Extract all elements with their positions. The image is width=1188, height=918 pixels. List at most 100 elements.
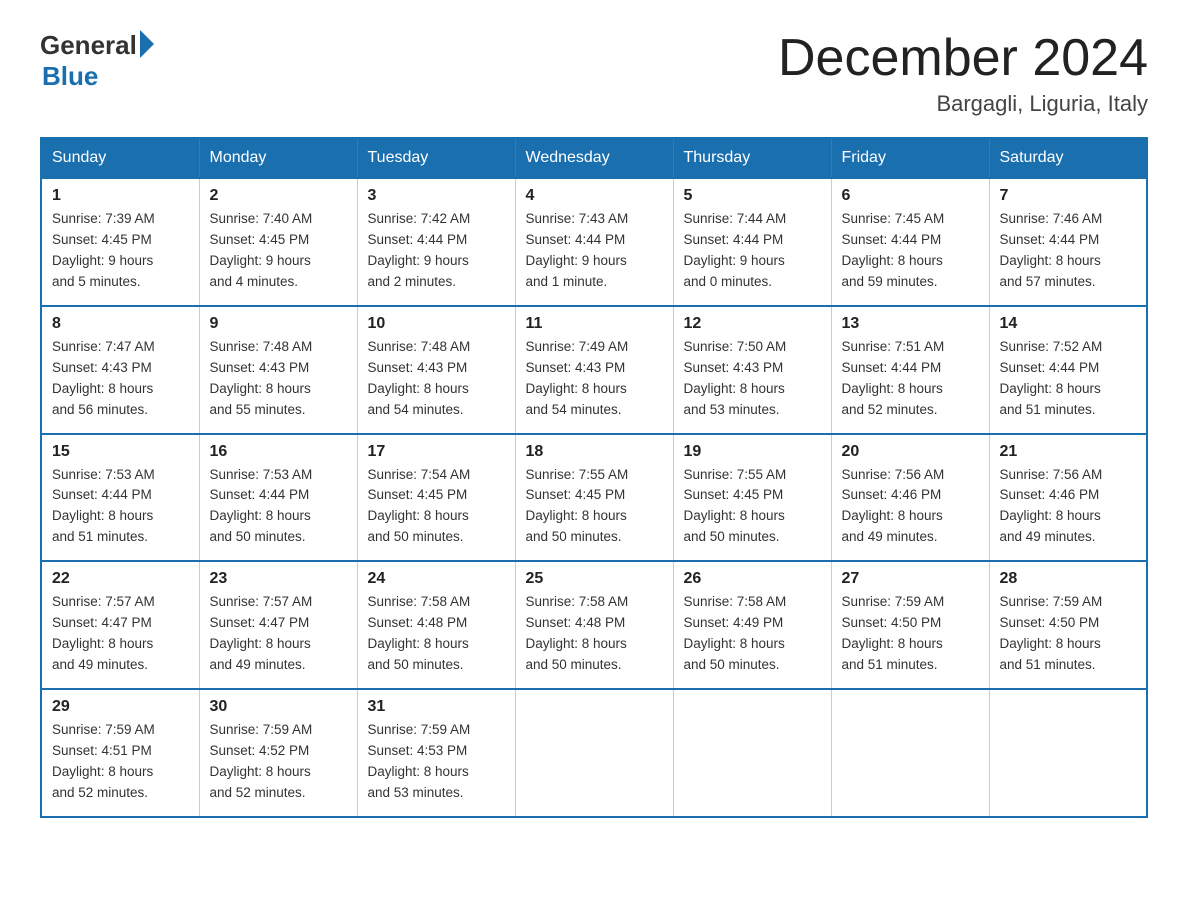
calendar-cell: 13 Sunrise: 7:51 AMSunset: 4:44 PMDayligh… [831, 306, 989, 434]
calendar-cell: 19 Sunrise: 7:55 AMSunset: 4:45 PMDayligh… [673, 434, 831, 562]
calendar-week-row: 1Sunrise: 7:39 AMSunset: 4:45 PMDaylight… [41, 178, 1147, 306]
day-number: 5 [684, 187, 821, 205]
logo: General Blue [40, 30, 154, 92]
day-number: 26 [684, 570, 821, 588]
day-info: Sunrise: 7:56 AMSunset: 4:46 PMDaylight:… [1000, 465, 1137, 549]
day-info: Sunrise: 7:39 AMSunset: 4:45 PMDaylight:… [52, 209, 189, 293]
day-info: Sunrise: 7:42 AMSunset: 4:44 PMDaylight:… [368, 209, 505, 293]
day-number: 3 [368, 187, 505, 205]
day-info: Sunrise: 7:57 AMSunset: 4:47 PMDaylight:… [52, 592, 189, 676]
day-info: Sunrise: 7:48 AMSunset: 4:43 PMDaylight:… [368, 337, 505, 421]
calendar-cell: 8Sunrise: 7:47 AMSunset: 4:43 PMDaylight… [41, 306, 199, 434]
calendar-cell: 6 Sunrise: 7:45 AMSunset: 4:44 PMDaylight… [831, 178, 989, 306]
day-number: 28 [1000, 570, 1137, 588]
day-info: Sunrise: 7:48 AMSunset: 4:43 PMDaylight:… [210, 337, 347, 421]
day-number: 11 [526, 315, 663, 333]
day-info: Sunrise: 7:43 AMSunset: 4:44 PMDaylight:… [526, 209, 663, 293]
day-number: 31 [368, 698, 505, 716]
logo-general-text: General [40, 30, 137, 61]
day-info: Sunrise: 7:58 AMSunset: 4:48 PMDaylight:… [368, 592, 505, 676]
calendar-cell: 12 Sunrise: 7:50 AMSunset: 4:43 PMDayligh… [673, 306, 831, 434]
calendar-cell: 28 Sunrise: 7:59 AMSunset: 4:50 PMDayligh… [989, 561, 1147, 689]
day-number: 12 [684, 315, 821, 333]
day-info: Sunrise: 7:46 AMSunset: 4:44 PMDaylight:… [1000, 209, 1137, 293]
calendar-cell [989, 689, 1147, 817]
header-wednesday: Wednesday [515, 138, 673, 178]
day-number: 9 [210, 315, 347, 333]
day-number: 7 [1000, 187, 1137, 205]
day-info: Sunrise: 7:59 AMSunset: 4:50 PMDaylight:… [842, 592, 979, 676]
header-monday: Monday [199, 138, 357, 178]
calendar-cell: 27 Sunrise: 7:59 AMSunset: 4:50 PMDayligh… [831, 561, 989, 689]
day-number: 14 [1000, 315, 1137, 333]
logo-triangle-icon [140, 30, 154, 58]
day-info: Sunrise: 7:53 AMSunset: 4:44 PMDaylight:… [210, 465, 347, 549]
day-info: Sunrise: 7:59 AMSunset: 4:52 PMDaylight:… [210, 720, 347, 804]
day-number: 15 [52, 443, 189, 461]
day-number: 30 [210, 698, 347, 716]
day-info: Sunrise: 7:59 AMSunset: 4:50 PMDaylight:… [1000, 592, 1137, 676]
calendar-cell: 22 Sunrise: 7:57 AMSunset: 4:47 PMDayligh… [41, 561, 199, 689]
calendar-cell: 7 Sunrise: 7:46 AMSunset: 4:44 PMDaylight… [989, 178, 1147, 306]
calendar-cell: 5 Sunrise: 7:44 AMSunset: 4:44 PMDaylight… [673, 178, 831, 306]
calendar-header-row: SundayMondayTuesdayWednesdayThursdayFrid… [41, 138, 1147, 178]
day-number: 25 [526, 570, 663, 588]
day-info: Sunrise: 7:47 AMSunset: 4:43 PMDaylight:… [52, 337, 189, 421]
calendar-week-row: 8Sunrise: 7:47 AMSunset: 4:43 PMDaylight… [41, 306, 1147, 434]
title-area: December 2024 Bargagli, Liguria, Italy [778, 30, 1148, 117]
day-info: Sunrise: 7:53 AMSunset: 4:44 PMDaylight:… [52, 465, 189, 549]
calendar-cell: 20 Sunrise: 7:56 AMSunset: 4:46 PMDayligh… [831, 434, 989, 562]
day-info: Sunrise: 7:55 AMSunset: 4:45 PMDaylight:… [684, 465, 821, 549]
calendar-cell: 18 Sunrise: 7:55 AMSunset: 4:45 PMDayligh… [515, 434, 673, 562]
page-header: General Blue December 2024 Bargagli, Lig… [40, 30, 1148, 117]
day-number: 20 [842, 443, 979, 461]
day-info: Sunrise: 7:51 AMSunset: 4:44 PMDaylight:… [842, 337, 979, 421]
day-info: Sunrise: 7:57 AMSunset: 4:47 PMDaylight:… [210, 592, 347, 676]
day-number: 27 [842, 570, 979, 588]
calendar-cell: 31 Sunrise: 7:59 AMSunset: 4:53 PMDayligh… [357, 689, 515, 817]
calendar-cell: 9 Sunrise: 7:48 AMSunset: 4:43 PMDaylight… [199, 306, 357, 434]
calendar-cell: 21 Sunrise: 7:56 AMSunset: 4:46 PMDayligh… [989, 434, 1147, 562]
day-info: Sunrise: 7:44 AMSunset: 4:44 PMDaylight:… [684, 209, 821, 293]
day-number: 19 [684, 443, 821, 461]
day-info: Sunrise: 7:40 AMSunset: 4:45 PMDaylight:… [210, 209, 347, 293]
day-number: 21 [1000, 443, 1137, 461]
calendar-cell: 16Sunrise: 7:53 AMSunset: 4:44 PMDayligh… [199, 434, 357, 562]
day-info: Sunrise: 7:58 AMSunset: 4:49 PMDaylight:… [684, 592, 821, 676]
day-info: Sunrise: 7:52 AMSunset: 4:44 PMDaylight:… [1000, 337, 1137, 421]
calendar-cell: 14 Sunrise: 7:52 AMSunset: 4:44 PMDayligh… [989, 306, 1147, 434]
header-saturday: Saturday [989, 138, 1147, 178]
calendar-cell: 3 Sunrise: 7:42 AMSunset: 4:44 PMDaylight… [357, 178, 515, 306]
header-thursday: Thursday [673, 138, 831, 178]
day-number: 2 [210, 187, 347, 205]
calendar-cell: 29Sunrise: 7:59 AMSunset: 4:51 PMDayligh… [41, 689, 199, 817]
calendar-cell [831, 689, 989, 817]
day-number: 17 [368, 443, 505, 461]
day-number: 4 [526, 187, 663, 205]
day-info: Sunrise: 7:55 AMSunset: 4:45 PMDaylight:… [526, 465, 663, 549]
calendar-cell: 30 Sunrise: 7:59 AMSunset: 4:52 PMDayligh… [199, 689, 357, 817]
day-info: Sunrise: 7:59 AMSunset: 4:53 PMDaylight:… [368, 720, 505, 804]
day-number: 22 [52, 570, 189, 588]
day-number: 13 [842, 315, 979, 333]
day-number: 23 [210, 570, 347, 588]
calendar-week-row: 15 Sunrise: 7:53 AMSunset: 4:44 PMDayligh… [41, 434, 1147, 562]
day-number: 18 [526, 443, 663, 461]
day-info: Sunrise: 7:45 AMSunset: 4:44 PMDaylight:… [842, 209, 979, 293]
day-info: Sunrise: 7:49 AMSunset: 4:43 PMDaylight:… [526, 337, 663, 421]
calendar-cell: 4 Sunrise: 7:43 AMSunset: 4:44 PMDaylight… [515, 178, 673, 306]
day-info: Sunrise: 7:59 AMSunset: 4:51 PMDaylight:… [52, 720, 189, 804]
calendar-cell [515, 689, 673, 817]
location-subtitle: Bargagli, Liguria, Italy [778, 91, 1148, 117]
calendar-cell: 10 Sunrise: 7:48 AMSunset: 4:43 PMDayligh… [357, 306, 515, 434]
day-number: 10 [368, 315, 505, 333]
calendar-cell: 15 Sunrise: 7:53 AMSunset: 4:44 PMDayligh… [41, 434, 199, 562]
calendar-cell: 2 Sunrise: 7:40 AMSunset: 4:45 PMDaylight… [199, 178, 357, 306]
calendar-cell: 23 Sunrise: 7:57 AMSunset: 4:47 PMDayligh… [199, 561, 357, 689]
calendar-week-row: 22 Sunrise: 7:57 AMSunset: 4:47 PMDayligh… [41, 561, 1147, 689]
day-number: 24 [368, 570, 505, 588]
day-info: Sunrise: 7:56 AMSunset: 4:46 PMDaylight:… [842, 465, 979, 549]
day-info: Sunrise: 7:50 AMSunset: 4:43 PMDaylight:… [684, 337, 821, 421]
header-friday: Friday [831, 138, 989, 178]
day-number: 6 [842, 187, 979, 205]
